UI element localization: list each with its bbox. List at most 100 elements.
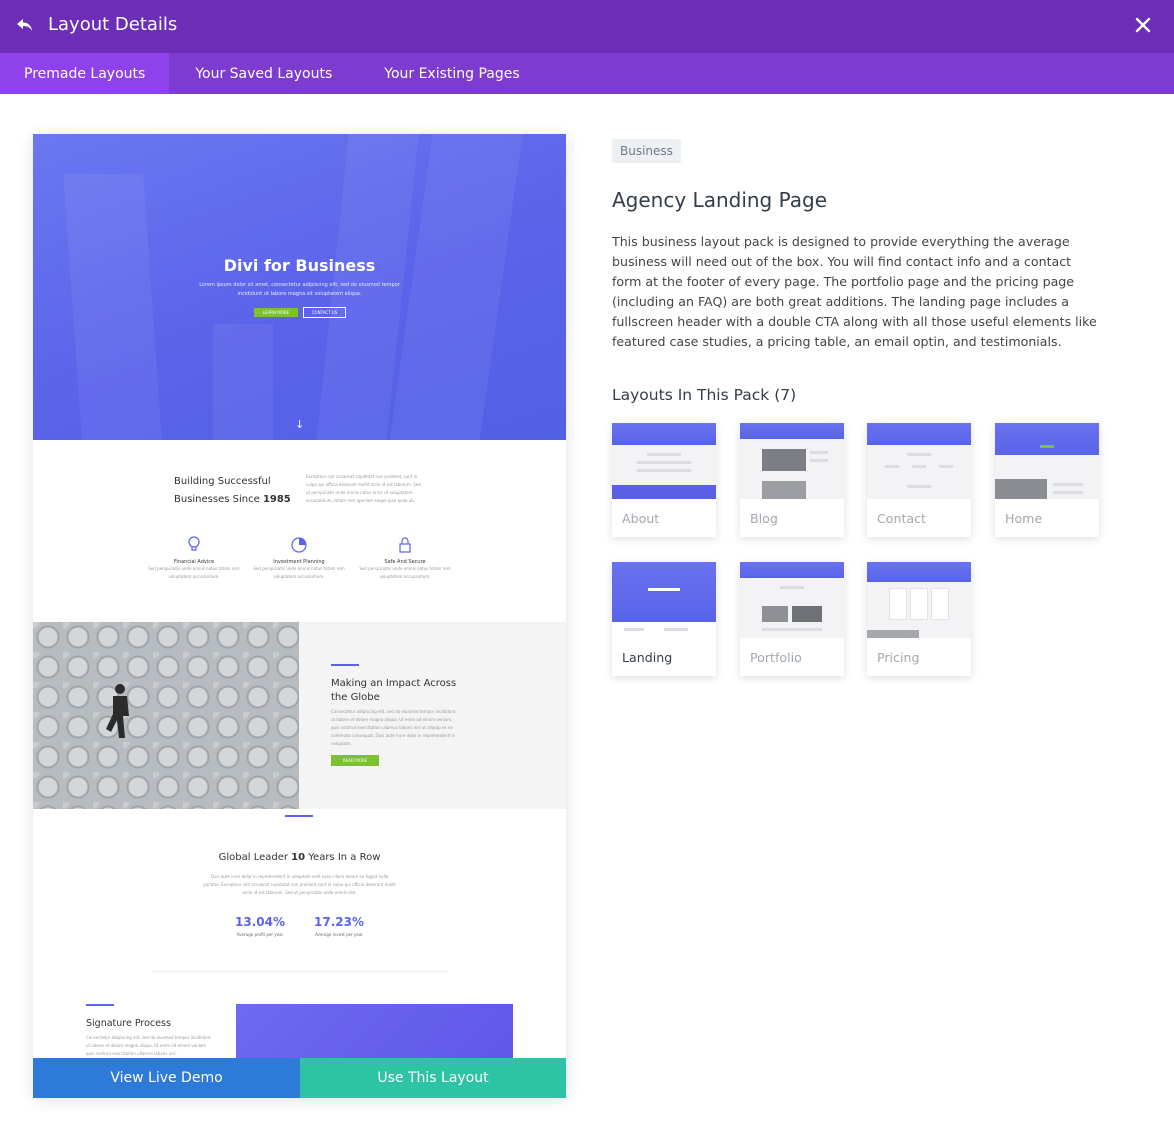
preview-about-section: Building Successful Businesses Since 198… [33, 440, 566, 622]
preview-feature-text: Sed perspiciatis unde omnis natus totam … [359, 566, 451, 579]
close-icon[interactable] [1134, 16, 1152, 34]
thumb-text-row [907, 453, 931, 456]
thumb-text-row [637, 469, 691, 472]
preview-heading-text: Businesses Since [174, 494, 263, 505]
layout-thumb-image [740, 562, 844, 638]
preview-feature: Investment Planning Sed perspiciatis und… [249, 536, 349, 581]
preview-feature-text: Sed perspiciatis unde omnis natus totam … [148, 566, 240, 579]
preview-hero-title: Divi for Business [223, 256, 376, 275]
thumb-photo [762, 481, 806, 499]
preview-signature-text: Consectetur adipiscing elit, sed do eius… [86, 1035, 211, 1056]
thumb-text-row [810, 451, 828, 454]
preview-hero: Divi for Business Lorem ipsum dolor sit … [33, 134, 566, 440]
preview-feature: Safe And Secure Sed perspiciatis unde om… [355, 536, 455, 581]
layout-thumb-label: Contact [877, 511, 926, 526]
use-this-layout-button[interactable]: Use This Layout [300, 1058, 566, 1098]
layout-thumb-label: Home [1005, 511, 1043, 526]
thumb-price-card [910, 588, 928, 620]
layout-thumb-landing[interactable]: Landing [612, 562, 716, 676]
layout-thumb-image [612, 423, 716, 499]
tab-premade-layouts[interactable]: Premade Layouts [0, 53, 170, 94]
preview-leader-title-text: Years In a Row [305, 852, 381, 863]
layout-thumb-label: Pricing [877, 650, 920, 665]
preview-building-shape [63, 174, 163, 440]
preview-stat: 17.23% Average invest per year [294, 915, 384, 937]
preview-stat-value: 17.23% [314, 915, 364, 929]
thumb-cta [1040, 445, 1054, 448]
preview-impact-title-line: Making an Impact Across [331, 678, 457, 689]
thumb-footer-band [612, 485, 716, 499]
thumb-header-band [995, 423, 1099, 455]
thumb-photo [762, 606, 788, 622]
layout-thumb-pricing[interactable]: Pricing [867, 562, 971, 676]
layout-thumb-image [740, 423, 844, 499]
preview-signature-title: Signature Process [86, 1018, 171, 1029]
layout-thumb-about[interactable]: About [612, 423, 716, 537]
layout-description: This business layout pack is designed to… [612, 234, 1097, 349]
tab-your-saved-layouts[interactable]: Your Saved Layouts [169, 53, 358, 94]
modal-title: Layout Details [48, 14, 178, 35]
thumb-text-row [780, 586, 804, 589]
tab-your-existing-pages[interactable]: Your Existing Pages [358, 53, 545, 94]
pie-chart-icon [249, 536, 349, 556]
preview-person-figure [106, 684, 129, 738]
layout-thumb-blog[interactable]: Blog [740, 423, 844, 537]
preview-read-more-button: READ MORE [331, 755, 379, 766]
preview-tiles-photo [33, 622, 299, 809]
undo-arrow-icon[interactable] [14, 14, 36, 36]
layout-thumb-label: Portfolio [750, 650, 802, 665]
preview-stat-value: 13.04% [235, 915, 285, 929]
preview-leader-section: Global Leader 10 Years In a Row Duis aut… [33, 809, 566, 1098]
layout-preview[interactable]: Divi for Business Lorem ipsum dolor sit … [33, 134, 566, 1098]
preview-leader-title: Global Leader 10 Years In a Row [33, 852, 566, 863]
preview-contact-button: CONTACT US [303, 307, 346, 318]
thumb-header-band [740, 562, 844, 578]
preview-leader-text: Duis aute irure dolor in reprehenderit i… [203, 874, 396, 895]
view-live-demo-button[interactable]: View Live Demo [33, 1058, 300, 1098]
layout-thumb-home[interactable]: Home [995, 423, 1099, 537]
thumb-text-row [762, 628, 822, 631]
preview-leader-title-text: Global Leader [218, 852, 292, 863]
thumb-header-band [867, 562, 971, 582]
lightbulb-icon [144, 536, 244, 556]
preview-divider [151, 971, 449, 972]
thumb-price-card [889, 588, 907, 620]
thumb-header-band [612, 562, 716, 622]
preview-feature: Financial Advice Sed perspiciatis unde o… [144, 536, 244, 581]
thumb-text-row [810, 459, 828, 462]
category-badge: Business [612, 139, 681, 163]
layout-thumb-image [867, 562, 971, 638]
thumb-photo [792, 606, 822, 622]
layout-thumb-portfolio[interactable]: Portfolio [740, 562, 844, 676]
preview-hero-subtitle: Lorem ipsum dolor sit amet, consectetur … [199, 282, 400, 297]
preview-about-heading: Building Successful Businesses Since 198… [174, 473, 291, 509]
preview-action-buttons: View Live Demo Use This Layout [33, 1058, 566, 1098]
thumb-text-row [939, 465, 953, 468]
preview-stat-label: Average invest per year [315, 932, 363, 937]
thumb-text-row [664, 628, 688, 631]
thumb-text-row [907, 485, 931, 488]
thumb-text-row [1053, 491, 1083, 494]
layout-thumb-image [867, 423, 971, 499]
thumb-photo [995, 479, 1047, 499]
thumb-photo [867, 630, 919, 638]
preview-heading-line: Businesses Since 1985 [174, 491, 291, 509]
thumb-text-row [647, 453, 681, 456]
thumb-text-row [885, 465, 899, 468]
thumb-text-row [637, 461, 691, 464]
layout-thumb-label: Blog [750, 511, 778, 526]
preview-impact-text: Consectetur adipiscing elit, sed do eius… [331, 709, 456, 746]
preview-heading-year: 1985 [262, 494, 291, 505]
thumb-text-row [912, 465, 926, 468]
thumb-price-card [931, 588, 949, 620]
thumb-header-band [612, 423, 716, 445]
preview-about-text: Excepteur sint occaecat cupidatat non pr… [306, 474, 421, 503]
preview-heading-line: Building Successful [174, 476, 271, 487]
preview-feature-text: Sed perspiciatis unde omnis natus totam … [253, 566, 345, 579]
layout-thumb-label: About [622, 511, 660, 526]
thumb-text-row [1053, 483, 1083, 486]
thumb-text-row [624, 628, 644, 631]
layout-thumb-contact[interactable]: Contact [867, 423, 971, 537]
lock-icon [355, 536, 455, 556]
preview-stat: 13.04% Average profit per year [215, 915, 305, 937]
